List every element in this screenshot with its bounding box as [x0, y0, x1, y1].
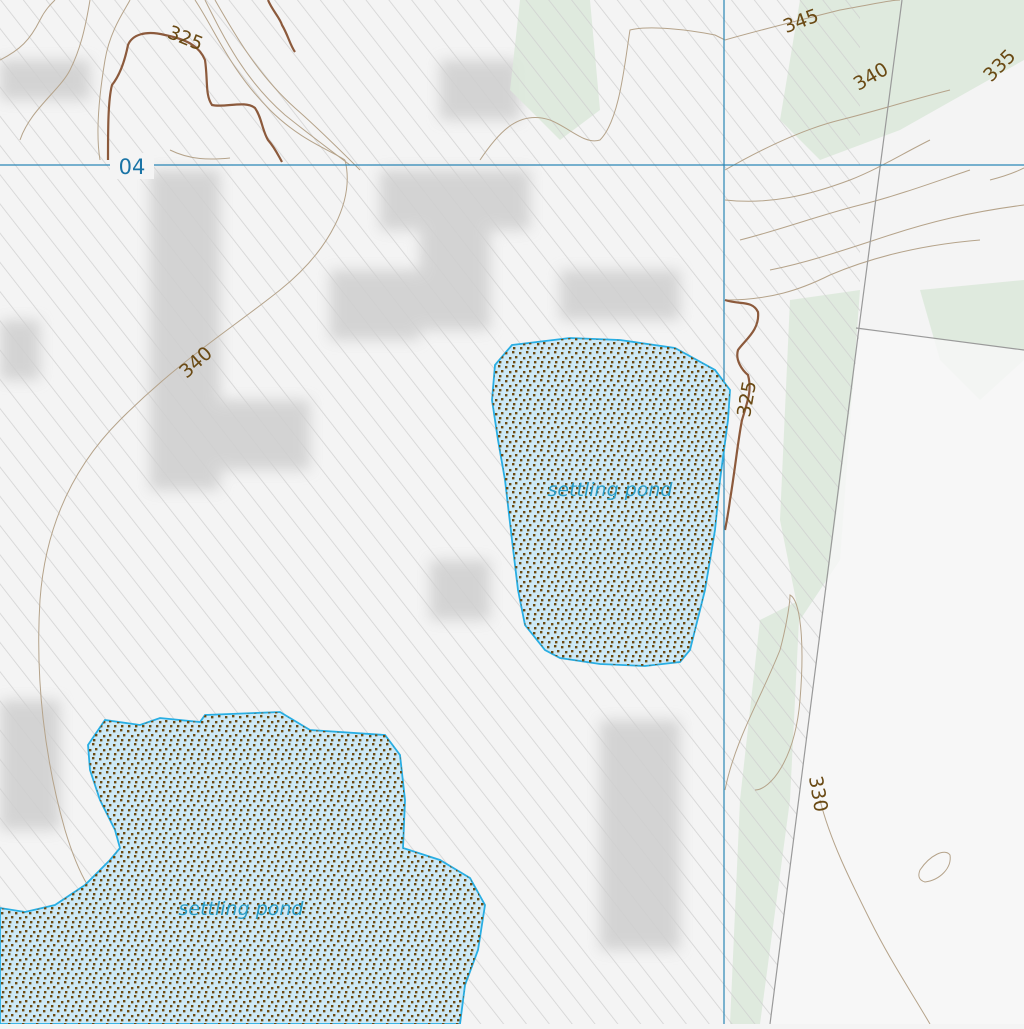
topographic-map[interactable]: 04 325 345 340 335 340 325 330 settling … — [0, 0, 1024, 1025]
grid-label-04: 04 — [119, 155, 146, 179]
pond-label: settling pond — [548, 479, 674, 501]
pond-label: settling pond — [179, 898, 305, 920]
map-canvas: 04 325 345 340 335 340 325 330 settling … — [0, 0, 1024, 1025]
settling-pond-1[interactable] — [491, 337, 731, 667]
